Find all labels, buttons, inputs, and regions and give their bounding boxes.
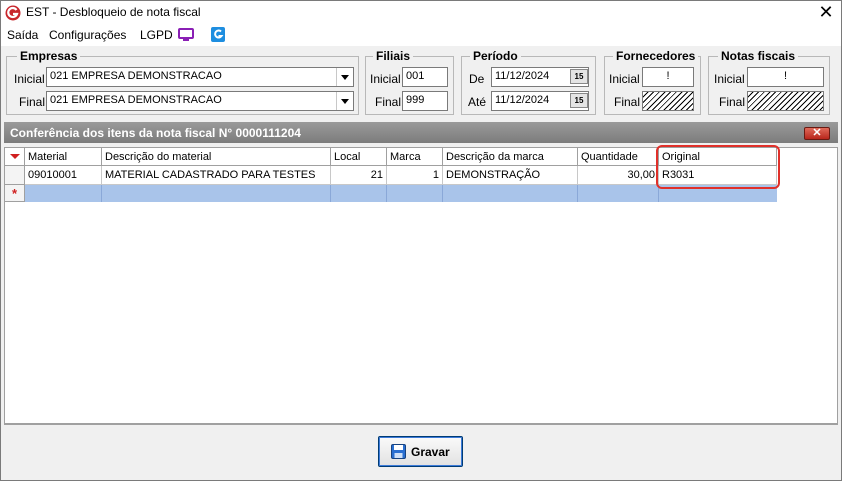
col-header-local[interactable]: Local xyxy=(331,148,387,166)
monitor-icon[interactable] xyxy=(178,28,194,42)
window-title: EST - Desbloqueio de nota fiscal xyxy=(26,5,201,19)
g-app-icon[interactable] xyxy=(211,27,225,42)
col-header-material[interactable]: Material xyxy=(25,148,102,166)
fornecedores-final-label: Final xyxy=(614,95,641,109)
filial-final-input[interactable]: 999 xyxy=(402,91,448,111)
window-close-button[interactable]: ✕ xyxy=(816,2,836,22)
cell-material[interactable]: 09010001 xyxy=(25,166,102,185)
notas-title: Notas fiscais xyxy=(718,49,799,63)
new-row-marker[interactable]: * xyxy=(5,185,25,202)
new-row-separator xyxy=(386,185,387,202)
save-button[interactable]: Gravar xyxy=(378,436,463,467)
floppy-disk-icon xyxy=(391,444,406,459)
empresas-title: Empresas xyxy=(17,49,81,63)
empresa-inicial-value: 021 EMPRESA DEMONSTRACAO xyxy=(50,70,222,82)
filiais-final-label: Final xyxy=(375,95,402,109)
periodo-ate-value: 11/12/2024 xyxy=(495,94,550,106)
empresa-final-value: 021 EMPRESA DEMONSTRACAO xyxy=(50,94,222,106)
empresas-final-label: Final xyxy=(19,95,46,109)
col-header-marca[interactable]: Marca xyxy=(387,148,443,166)
cell-descricao-marca[interactable]: DEMONSTRAÇÃO xyxy=(443,166,578,185)
fornecedores-inicial-label: Inicial xyxy=(609,72,640,86)
notas-inicial-label: Inicial xyxy=(714,72,745,86)
calendar-de-icon[interactable]: 15 xyxy=(570,69,588,84)
col-header-quantidade[interactable]: Quantidade xyxy=(578,148,659,166)
new-row-separator xyxy=(577,185,578,202)
periodo-de-label: De xyxy=(469,72,485,86)
original-column-highlight xyxy=(656,145,780,189)
save-button-label: Gravar xyxy=(411,445,450,459)
periodo-de-value: 11/12/2024 xyxy=(495,70,550,82)
periodo-ate-label: Até xyxy=(468,95,487,109)
panel-title: Conferência dos itens da nota fiscal N° … xyxy=(10,126,301,140)
new-row-separator xyxy=(101,185,102,202)
periodo-title: Período xyxy=(470,49,521,63)
footer-divider xyxy=(4,424,838,425)
filiais-title: Filiais xyxy=(373,49,414,63)
grid-header-indicator[interactable] xyxy=(5,148,25,166)
fornecedores-title: Fornecedores xyxy=(613,49,699,63)
empresa-inicial-dropdown-icon[interactable] xyxy=(336,68,352,86)
cell-quantidade[interactable]: 30,00 xyxy=(578,166,659,185)
new-row-separator xyxy=(330,185,331,202)
menu-bar xyxy=(1,25,841,46)
fornecedor-inicial-input[interactable]: ! xyxy=(642,67,694,87)
cell-descricao[interactable]: MATERIAL CADASTRADO PARA TESTES xyxy=(102,166,331,185)
cell-marca[interactable]: 1 xyxy=(387,166,443,185)
calendar-ate-icon[interactable]: 15 xyxy=(570,93,588,108)
empresa-final-dropdown-icon[interactable] xyxy=(336,92,352,110)
menu-configuracoes[interactable]: Configurações xyxy=(49,28,126,42)
app-logo-icon xyxy=(5,5,21,21)
empresa-final-combo[interactable]: 021 EMPRESA DEMONSTRACAO xyxy=(46,91,354,111)
panel-header: Conferência dos itens da nota fiscal N° … xyxy=(4,122,838,143)
menu-lgpd[interactable]: LGPD xyxy=(140,28,173,42)
nota-inicial-input[interactable]: ! xyxy=(747,67,824,87)
nota-final-input[interactable] xyxy=(747,91,824,111)
panel-close-icon[interactable]: ✕ xyxy=(804,127,830,140)
empresas-inicial-label: Inicial xyxy=(14,72,45,86)
new-row-separator xyxy=(442,185,443,202)
notas-final-label: Final xyxy=(719,95,746,109)
empresa-inicial-combo[interactable]: 021 EMPRESA DEMONSTRACAO xyxy=(46,67,354,87)
col-header-descricao-marca[interactable]: Descrição da marca xyxy=(443,148,578,166)
col-header-descricao[interactable]: Descrição do material xyxy=(102,148,331,166)
cell-local[interactable]: 21 xyxy=(331,166,387,185)
row-indicator[interactable] xyxy=(5,166,25,185)
fornecedor-final-input[interactable] xyxy=(642,91,694,111)
filial-inicial-input[interactable]: 001 xyxy=(402,67,448,87)
filiais-inicial-label: Inicial xyxy=(370,72,401,86)
menu-saida[interactable]: Saída xyxy=(7,28,38,42)
